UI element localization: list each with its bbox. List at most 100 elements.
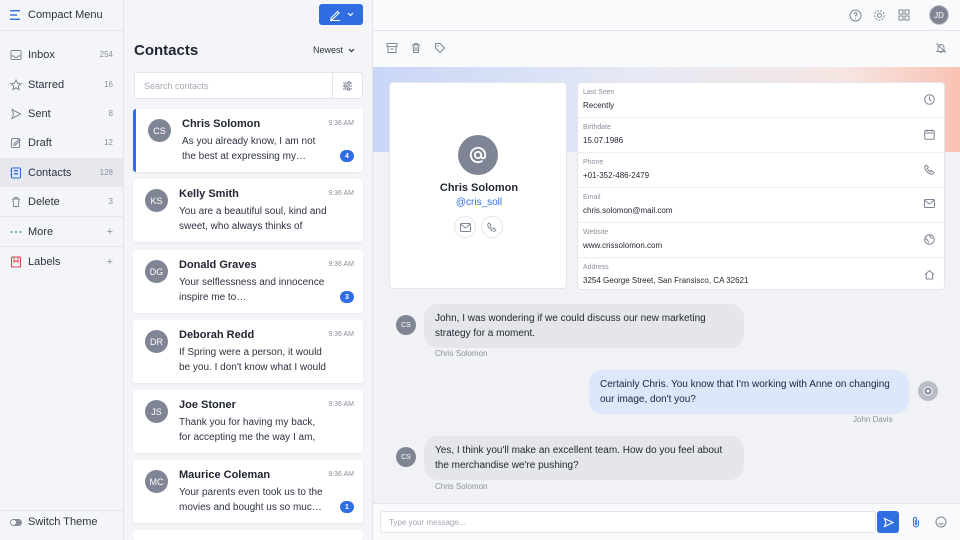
info-value: 15.07.1986 xyxy=(583,136,624,145)
sort-label: Newest xyxy=(313,45,344,55)
contact-toolbar xyxy=(373,31,960,67)
apps-grid-icon[interactable] xyxy=(898,9,910,21)
switch-theme-toggle[interactable]: Switch Theme xyxy=(10,516,98,528)
info-label: Birthdate xyxy=(583,124,612,131)
info-value: 3254 George Street, San Fransisco, CA 32… xyxy=(583,276,749,285)
contact-name: Chris Solomon xyxy=(182,118,261,130)
search-box xyxy=(134,72,363,99)
mute-notifications-icon[interactable] xyxy=(935,42,947,54)
globe-icon xyxy=(924,234,935,245)
sidebar-item-labels[interactable]: Labels + xyxy=(0,247,123,276)
info-row-birthdate: Birthdate 15.07.1986 xyxy=(578,118,944,153)
contact-time: 9:36 AM xyxy=(328,331,354,338)
label-icon xyxy=(10,255,22,268)
contact-name: Kelly Smith xyxy=(179,188,239,200)
info-row-email: Email chris.solomon@mail.com xyxy=(578,188,944,223)
chat-avatar: CS xyxy=(396,315,416,335)
avatar: DG xyxy=(145,260,168,283)
contact-card[interactable]: MC Maurice Coleman 9:36 AM Your parents … xyxy=(133,460,363,523)
gear-icon[interactable] xyxy=(873,9,886,22)
mail-icon xyxy=(459,222,471,232)
chevron-down-icon xyxy=(347,12,354,17)
attachment-icon[interactable] xyxy=(911,516,921,528)
search-input[interactable] xyxy=(135,73,333,98)
chat-message-incoming: Yes, I think you'll make an excellent te… xyxy=(424,436,744,480)
call-contact-button[interactable] xyxy=(481,216,503,238)
contact-card[interactable] xyxy=(133,530,363,540)
sidebar-item-draft[interactable]: Draft 12 xyxy=(0,128,123,157)
profile-avatar xyxy=(458,135,498,175)
contact-card[interactable]: KS Kelly Smith 9:36 AM You are a beautif… xyxy=(133,179,363,242)
contact-card[interactable]: JS Joe Stoner 9:36 AM Thank you for havi… xyxy=(133,390,363,453)
trash-icon[interactable] xyxy=(410,42,422,54)
contact-info-panel: Last Seen Recently Birthdate 15.07.1986 … xyxy=(577,82,945,290)
message-composer xyxy=(373,503,960,540)
sidebar-item-sent[interactable]: Sent 8 xyxy=(0,99,123,128)
sidebar-item-count: 8 xyxy=(108,109,113,118)
contact-name: Joe Stoner xyxy=(179,399,236,411)
home-icon xyxy=(924,269,935,280)
send-button[interactable] xyxy=(877,511,899,533)
compose-button[interactable] xyxy=(319,4,363,25)
edit-icon xyxy=(329,9,341,21)
user-avatar[interactable]: JD xyxy=(929,5,949,25)
mail-icon xyxy=(924,199,935,208)
avatar: JS xyxy=(145,400,168,423)
sidebar-item-label: Delete xyxy=(28,195,60,208)
info-row-last-seen: Last Seen Recently xyxy=(578,83,944,118)
add-icon[interactable]: + xyxy=(107,226,113,238)
sidebar-item-label: Contacts xyxy=(28,166,72,179)
email-contact-button[interactable] xyxy=(454,216,476,238)
unread-badge: 4 xyxy=(340,150,354,162)
phone-icon xyxy=(924,164,935,175)
phone-icon xyxy=(487,222,497,232)
info-value[interactable]: chris.solomon@mail.com xyxy=(583,206,672,215)
page-title: Contacts xyxy=(134,42,199,59)
info-value[interactable]: www.crissolomon.com xyxy=(583,241,662,250)
filter-button[interactable] xyxy=(332,73,362,98)
sidebar-item-inbox[interactable]: Inbox 254 xyxy=(0,40,123,69)
contact-time: 9:36 AM xyxy=(328,190,354,197)
emoji-icon[interactable] xyxy=(935,516,947,528)
profile-name: Chris Solomon xyxy=(439,182,519,194)
avatar: MC xyxy=(145,470,168,493)
contact-name: Deborah Redd xyxy=(179,329,255,341)
inbox-icon xyxy=(10,49,22,61)
sidebar-item-delete[interactable]: Delete 3 xyxy=(0,187,123,216)
contact-snippet: If Spring were a person, it would be you… xyxy=(179,347,326,373)
sidebar-item-count: 16 xyxy=(104,80,113,89)
sidebar-item-count: 12 xyxy=(104,138,113,147)
sidebar-item-more[interactable]: More + xyxy=(0,217,123,246)
top-bar xyxy=(373,0,960,31)
avatar: CS xyxy=(148,119,171,142)
help-icon[interactable] xyxy=(849,9,862,22)
tag-icon[interactable] xyxy=(434,42,446,54)
contact-snippet: Your parents even took us to the movies … xyxy=(179,487,323,513)
info-label: Phone xyxy=(583,159,604,166)
compact-menu-toggle[interactable]: Compact Menu xyxy=(0,0,123,31)
user-circle-icon xyxy=(923,386,933,396)
contact-snippet: You are a beautiful soul, kind and sweet… xyxy=(179,206,327,232)
sort-dropdown[interactable]: Newest xyxy=(313,45,355,55)
archive-icon[interactable] xyxy=(386,42,398,54)
contact-snippet: Your selflessness and innocence inspire … xyxy=(179,277,325,303)
contact-card[interactable]: DG Donald Graves 9:36 AM Your selflessne… xyxy=(133,250,363,313)
contact-time: 9:36 AM xyxy=(328,120,354,127)
unread-badge: 1 xyxy=(340,501,354,513)
profile-handle[interactable]: @cris_soll xyxy=(390,197,568,208)
contact-card-selected[interactable]: CS Chris Solomon 9:36 AM As you already … xyxy=(133,109,363,172)
sidebar-item-count: 3 xyxy=(108,197,113,206)
message-input[interactable] xyxy=(380,511,876,533)
sidebar-item-count: 128 xyxy=(99,168,113,177)
sidebar-item-label: Starred xyxy=(28,78,65,91)
menu-icon xyxy=(10,10,21,20)
info-value[interactable]: +01-352-486-2479 xyxy=(583,171,649,180)
sliders-icon xyxy=(342,80,353,91)
sidebar-item-starred[interactable]: Starred 16 xyxy=(0,70,123,99)
add-icon[interactable]: + xyxy=(107,256,113,268)
unread-badge: 3 xyxy=(340,291,354,303)
send-icon xyxy=(883,516,894,528)
sidebar-item-contacts[interactable]: Contacts 128 xyxy=(0,158,123,187)
contact-card[interactable]: DR Deborah Redd 9:36 AM If Spring were a… xyxy=(133,320,363,383)
compact-menu-label: Compact Menu xyxy=(28,9,103,21)
